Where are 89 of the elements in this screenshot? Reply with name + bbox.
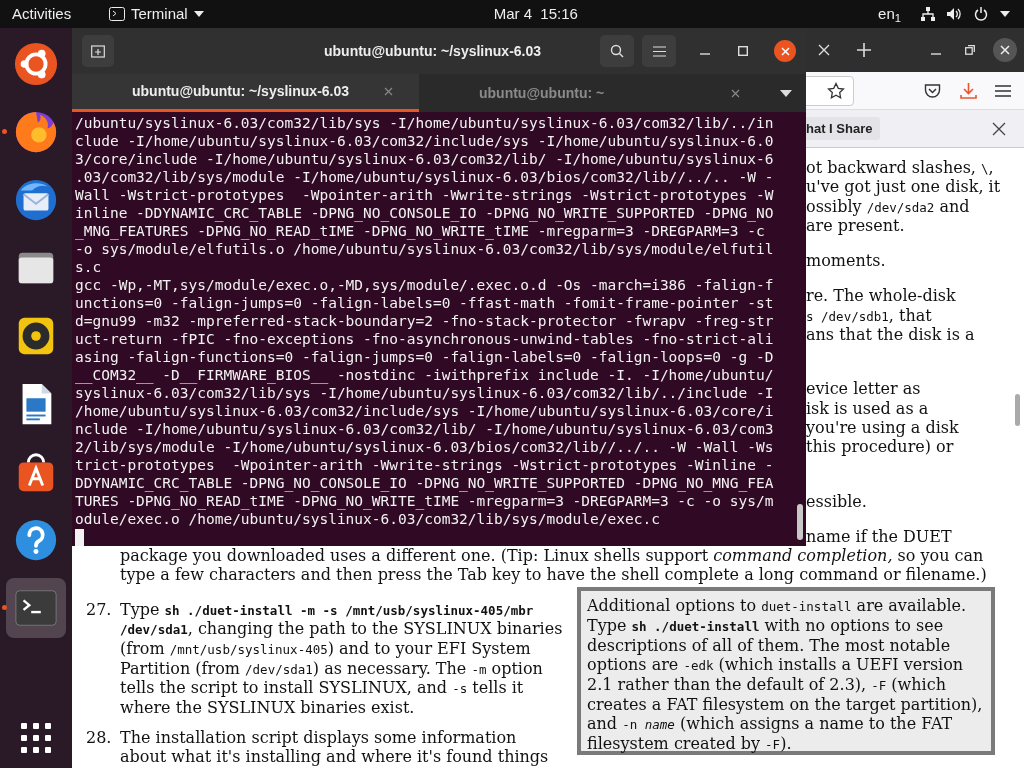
terminal-line: syslinux-6.03/com32/lib/sys -I/home/ubuntu/syslinux-6.03/com32/lib/../include -I [75, 384, 774, 402]
terminal-line: 3/core/include -I/home/ubuntu/syslinux-6.03/com32/lib/ -I/home/ubuntu/syslinux-6 [75, 150, 774, 168]
restore-icon[interactable] [965, 45, 975, 55]
fox-globe-icon [13, 109, 59, 155]
menu-icon [652, 45, 666, 57]
caret-icon [1000, 11, 1010, 17]
terminal-line: -o sys/module/elfutils.o /home/ubuntu/syslinux-6.03/com32/lib/sys/module/elfutil [75, 240, 774, 258]
terminal-icon [109, 7, 125, 21]
terminal-line: odule/exec.o /home/ubuntu/syslinux-6.03/com32/lib/sys/module/exec.c [75, 510, 660, 528]
text-line: you're using a disk [806, 417, 959, 438]
search-button[interactable] [600, 35, 634, 67]
close-icon [780, 46, 790, 56]
search-icon [610, 44, 624, 58]
running-indicator [2, 129, 7, 134]
terminal-line: s.c [75, 258, 102, 276]
terminal-line: /ubuntu/syslinux-6.03/com32/lib/sys -I/home/ubuntu/syslinux-6.03/com32/lib/../in [75, 114, 774, 132]
terminal-line: DDYNAMIC_CRC_TABLE -DPNG_NO_CONSOLE_IO -DPNG_NO_WRITE_SUPPORTED -DPNG_NO_MNG_FEA [75, 474, 774, 492]
terminal-line: trict-prototypes -Wpointer-arith -Wwrite-strings -Wstrict-prototypes -Winline - [75, 456, 774, 474]
terminal-line: /home/ubuntu/syslinux-6.03/com32/include/sys -I/home/ubuntu/syslinux-6.03/core/i [75, 402, 774, 420]
close-button[interactable] [774, 40, 796, 62]
text-line: ans that the disk is a [806, 325, 975, 345]
text-line: package you downloaded uses a different one. (Tip: Linux shells support command completion, so you can [120, 546, 984, 566]
terminal-line: d=gnu99 -m32 -mpreferred-stack-boundary=2 -fno-stack-protector -fwrapv -freg-str [75, 312, 774, 330]
step-text: The installation script displays some information about what it's installing and where it's found things [120, 729, 550, 767]
tab-label: ubuntu@ubuntu: ~/syslinux-6.03 [132, 82, 350, 101]
step-number: 27. [86, 600, 113, 621]
input-source[interactable]: en$_{1}$ [878, 2, 901, 26]
app-menu[interactable]: Terminal [109, 2, 204, 26]
app-grid-icon [19, 721, 53, 755]
close-icon [1000, 45, 1010, 55]
download-icon[interactable] [960, 82, 977, 99]
text-line: s /dev/sdb1, that [806, 305, 932, 326]
menu-button[interactable] [642, 35, 676, 67]
terminal-tab[interactable]: ubuntu@ubuntu: ~/syslinux-6.03 [72, 74, 419, 112]
terminal-line: __COM32__ -D__FIRMWARE_BIOS__ -nostdinc -iwithprefix include -I. -I/home/ubuntu/ [75, 366, 774, 384]
close-button[interactable] [993, 38, 1017, 62]
new-tab-button[interactable] [82, 35, 114, 67]
text-line: are present. [806, 215, 905, 236]
help-icon [13, 517, 59, 563]
tab-close-icon[interactable] [731, 88, 740, 98]
clock[interactable]: Mar 4 15:16 [493, 2, 578, 26]
system-menu[interactable] [921, 7, 1010, 21]
terminal-line: clude -I/home/ubuntu/syslinux-6.03/com32/include/sys -I/home/ubuntu/syslinux-6.0 [75, 132, 774, 150]
running-indicator [2, 605, 7, 610]
text-line: type a few characters and then press the Tab key to have the shell complete a long command or filename.) [120, 565, 987, 585]
menu-icon[interactable] [995, 83, 1011, 98]
pocket-icon[interactable] [924, 82, 941, 99]
terminal-line: asing -falign-functions=0 -falign-jumps=0 -falign-labels=0 -falign-loops=0 -g -D [75, 348, 774, 366]
step-number: 28. [86, 729, 113, 750]
ubuntu-logo-icon [13, 41, 59, 87]
terminal-line: unctions=0 -falign-jumps=0 -falign-labels=0 -ffast-math -fomit-frame-pointer -st [75, 294, 774, 312]
star-icon[interactable] [827, 81, 845, 100]
text-line: evice letter as [806, 379, 921, 399]
text-line: this procedure) or [806, 437, 954, 457]
terminal-line: .03/com32/lib/sys/module -I/home/ubuntu/syslinux-6.03/bios/com32/lib//../.. -W - [75, 168, 774, 186]
text-line: ossibly /dev/sda2 and [806, 196, 970, 216]
text-line: name if the DUET [806, 526, 952, 547]
new-tab-icon [91, 44, 105, 58]
terminal-line: gcc -Wp,-MT,sys/module/exec.o,-MD,sys/module/.exec.o.d -Os -march=i386 -falign-f [75, 276, 774, 294]
terminal-line: Wall -Wstrict-prototypes -Wpointer-arith -Wwrite-strings -Wstrict-prototypes -W [75, 186, 774, 204]
text-line: ot backward slashes, \, [806, 158, 994, 178]
note-text: Additional options to duet-install are available. Type sh ./duet-install with no options to see descriptions of all of them. The most notable options are -edk (which installs a UEFI version 2.1 rather than the default of 2.3), -F (which creates a FAT filesystem on the target partition), and -n name (which assigns a name to the FAT filesystem created by -F). [587, 595, 984, 754]
network-icon [921, 7, 935, 21]
activities-button[interactable]: Activities [12, 2, 97, 26]
terminal-line: nclude -I/home/ubuntu/syslinux-6.03/com32/lib/ -I/home/ubuntu/syslinux-6.03/com3 [75, 420, 774, 438]
scrollbar-thumb[interactable] [1015, 394, 1020, 426]
text-line: re. The whole-disk [806, 286, 956, 306]
new-tab-icon[interactable] [857, 43, 871, 57]
terminal-cursor [75, 529, 84, 546]
mail-bird-icon [13, 177, 59, 223]
volume-icon [947, 7, 962, 21]
terminal-tab[interactable]: ubuntu@ubuntu: ~ [419, 74, 766, 112]
caret-icon [193, 11, 204, 17]
terminal-line: 2/lib/sys/module -I/home/ubuntu/syslinux-6.03/bios/com32/lib//../.. -W -Wall -Ws [75, 438, 774, 456]
tabs-dropdown-icon[interactable] [780, 89, 792, 97]
window-title: ubuntu@ubuntu: ~/syslinux-6.03 [324, 41, 542, 61]
step-text: Type sh ./duet-install -m -s /mnt/usb/syslinux-405/mbr /dev/sda1, changing the path to the SYSLINUX binaries (from /mnt/usb/syslinux-405) and to your EFI System Partition (from /dev/sda1) as necessary. The -m option tells the script to install SYSLINUX, and -s tells it where the SYSLINUX binaries exist. [120, 600, 564, 718]
text-line: u've got just one disk, it [806, 177, 1001, 197]
text-line: isk is used as a [806, 398, 929, 418]
terminal-line: inline -DDYNAMIC_CRC_TABLE -DPNG_NO_CONSOLE_IO -DPNG_NO_WRITE_SUPPORTED -DPNG_NO [75, 204, 774, 222]
close-icon[interactable] [992, 121, 1006, 136]
text-line: essible. [806, 491, 867, 511]
terminal-line: uct-return -fPIC -fno-exceptions -fno-asynchronous-unwind-tables -fno-strict-ali [75, 330, 774, 348]
power-icon [974, 7, 988, 21]
tab-label: ubuntu@ubuntu: ~ [479, 83, 605, 103]
text-line: moments. [806, 251, 886, 271]
maximize-icon[interactable] [738, 46, 748, 56]
terminal-line: TURES -DPNG_NO_READ_tIME -DPNG_NO_WRITE_tIME -mregparm=3 -DREGPARM=3 -c -o sys/m [75, 492, 774, 510]
terminal-line: _MNG_FEATURES -DPNG_NO_READ_tIME -DPNG_NO_WRITE_tIME -mregparm=3 -DREGPARM=3 -c [75, 222, 765, 240]
